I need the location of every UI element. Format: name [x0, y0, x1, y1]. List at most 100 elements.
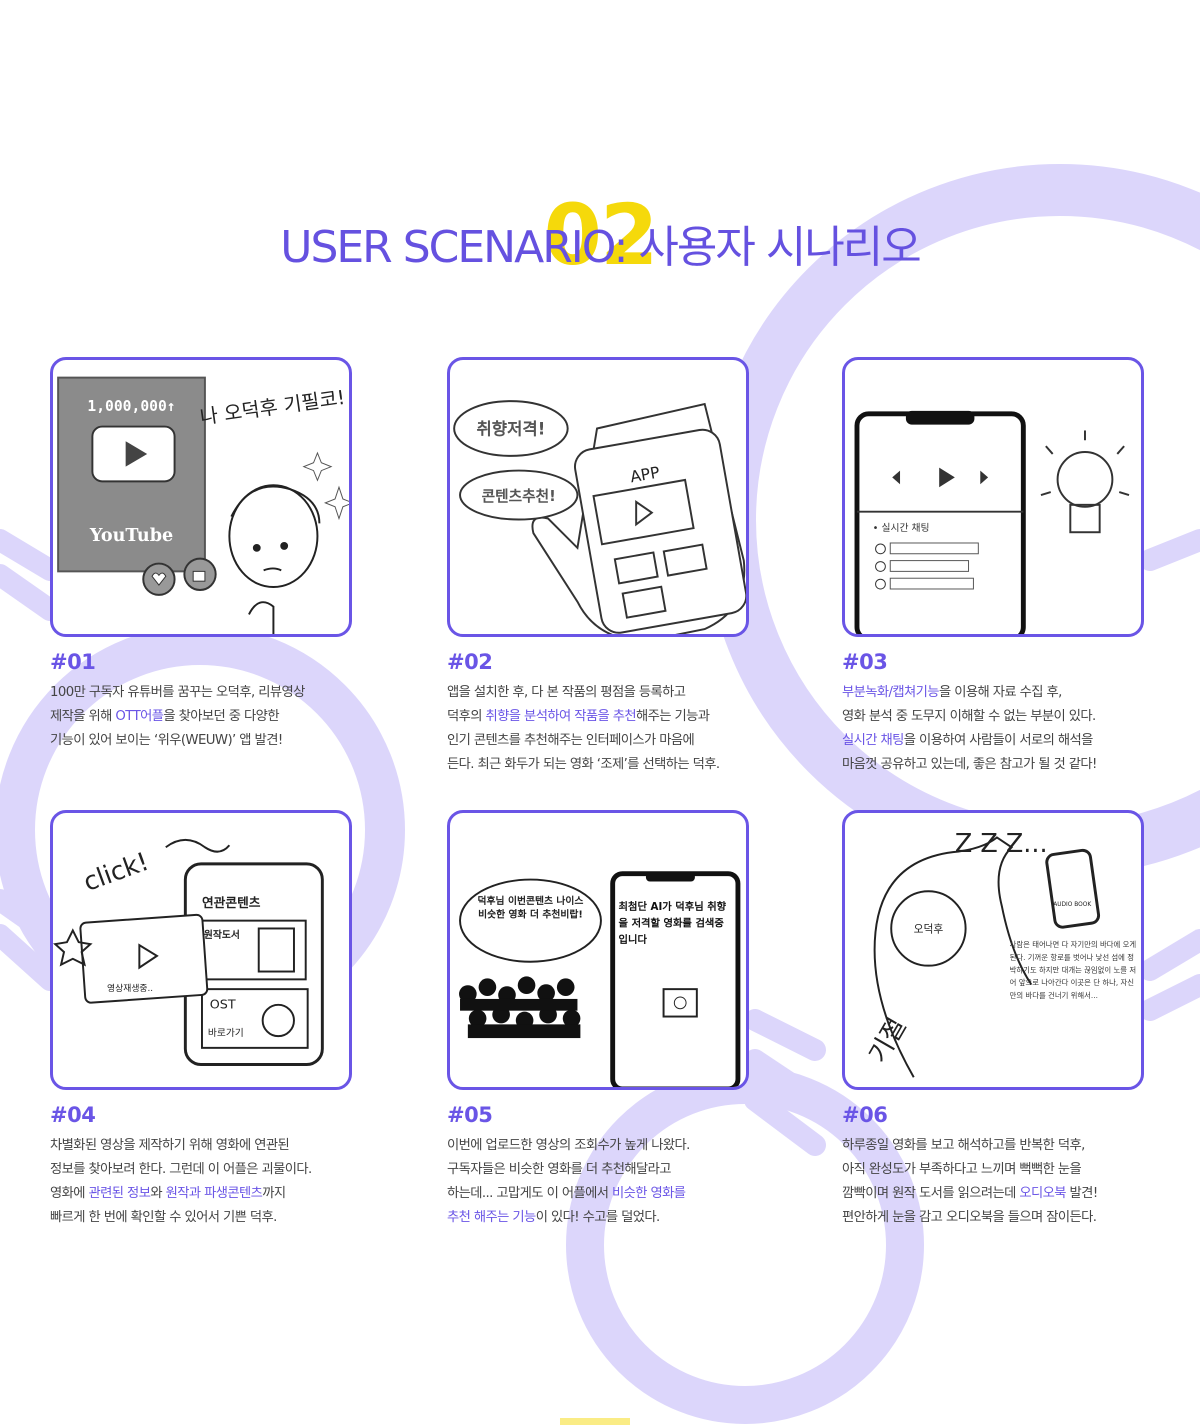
description-text: 앱을 설치한 후, 다 본 작품의 평점을 등록하고 [447, 685, 686, 700]
ai-recommend-sketch: 덕후님 이번콘텐츠 나이스 비슷한 영화 더 추천비랍! 최첨단 AI가 덕후님… [459, 871, 741, 1087]
description-line: 든다. 최근 화두가 되는 영화 ‘조제’를 선택하는 덕후. [447, 753, 787, 777]
scenario-06-description: 하루종일 영화를 보고 해석하고를 반복한 덕후, 아직 완성도가 부족하다고 느… [842, 1134, 1182, 1230]
highlighted-text: 관련된 정보 [88, 1186, 151, 1201]
scenario-04-number: #04 [50, 1103, 96, 1127]
description-text: 덕후의 [447, 709, 486, 724]
highlighted-text: OTT어플 [115, 709, 164, 724]
subscriber-count: 1,000,000↑ [87, 398, 175, 415]
scenario-01-description: 100만 구독자 유튜버를 꿈꾸는 오덕후, 리뷰영상제작을 위해 OTT어플을… [50, 681, 390, 753]
description-line: 정보를 찾아보려 한다. 그런데 이 어플은 괴물이다. [50, 1158, 390, 1182]
description-text: 을 이용해 자료 수집 후, [938, 685, 1062, 700]
scenario-06-illustration: Z Z Z... 오덕후 기절 AUDIO BOOK 사람은 태어나면 다 자기… [842, 810, 1144, 1090]
description-text: 편안하게 눈을 감고 오디오북을 들으며 잠이든다. [842, 1210, 1097, 1225]
audiobook-note: 사람은 태어나면 다 자기만의 바다에 오게 된다. 기꺼운 항로를 벗어나 낯… [1009, 940, 1137, 1000]
description-line: 하루종일 영화를 보고 해석하고를 반복한 덕후, [842, 1134, 1182, 1158]
audiobook-sleep-sketch: Z Z Z... 오덕후 기절 AUDIO BOOK 사람은 태어나면 다 자기… [862, 828, 1137, 1078]
lightbulb-icon [1056, 451, 1114, 508]
bubble-recommend: 콘텐츠추천! [482, 487, 556, 505]
description-text: 하루종일 영화를 보고 해석하고를 반복한 덕후, [842, 1138, 1085, 1153]
scenario-01-illustration: 1,000,000↑ YouTube 나 오덕후 기필코! [50, 357, 352, 637]
scenario-03-number: #03 [842, 650, 888, 674]
audiobook-label: AUDIO BOOK [1053, 902, 1091, 908]
youtube-sketch: 1,000,000↑ YouTube 나 오덕후 기필코! [57, 376, 349, 634]
description-text: 인기 콘텐츠를 추천해주는 인터페이스가 마음에 [447, 733, 695, 748]
realtime-chat-sketch: • 실시간 채팅 [854, 410, 1130, 634]
scenario-05-number: #05 [447, 1103, 493, 1127]
description-text: 빠르게 한 번에 확인할 수 있어서 기쁜 덕후. [50, 1210, 277, 1225]
description-text: 든다. 최근 화두가 되는 영화 ‘조제’를 선택하는 덕후. [447, 757, 720, 772]
description-text: 까지 [262, 1186, 286, 1201]
description-text: 이번에 업로드한 영상의 조회수가 높게 나왔다. [447, 1138, 690, 1153]
bubble-text: 덕후님 이번콘텐츠 나이스 비슷한 영화 더 추천비랍! [477, 896, 584, 921]
highlighted-text: 추천 해주는 기능 [447, 1210, 536, 1225]
description-line: 영화 분석 중 도무지 이해할 수 없는 부분이 있다. [842, 705, 1182, 729]
description-text: 마음껏 공유하고 있는데, 좋은 참고가 될 것 같다! [842, 757, 1097, 772]
ost-label: OST [210, 997, 236, 1012]
chat-label: • 실시간 채팅 [873, 522, 930, 534]
description-text: 정보를 찾아보려 한다. 그런데 이 어플은 괴물이다. [50, 1162, 312, 1177]
description-line: 아직 완성도가 부족하다고 느끼며 뻑뻑한 눈을 [842, 1158, 1182, 1182]
scenario-03-description: 부분녹화/캡쳐기능을 이용해 자료 수집 후, 영화 분석 중 도무지 이해할 수… [842, 681, 1182, 777]
description-text: 깜빡이며 원작 도서를 읽으려는데 [842, 1186, 1020, 1201]
scenario-03-illustration: • 실시간 채팅 [842, 357, 1144, 637]
scenario-06-number: #06 [842, 1103, 888, 1127]
scenario-05-illustration: 덕후님 이번콘텐츠 나이스 비슷한 영화 더 추천비랍! 최첨단 AI가 덕후님… [447, 810, 749, 1090]
description-text: 제작을 위해 [50, 709, 116, 724]
scenario-02-description: 앱을 설치한 후, 다 본 작품의 평점을 등록하고덕후의 취향을 분석하여 작… [447, 681, 787, 777]
page-title: USER SCENARIO: 사용자 시나리오 [280, 222, 922, 273]
youtube-label: YouTube [89, 525, 173, 546]
description-line: 부분녹화/캡쳐기능을 이용해 자료 수집 후, [842, 681, 1182, 705]
scenario-02-number: #02 [447, 650, 493, 674]
character-label: 오덕후 [914, 922, 944, 935]
scenario-04-description: 차별화된 영상을 제작하기 위해 영화에 연관된정보를 찾아보려 한다. 그런데… [50, 1134, 390, 1230]
description-line: 편안하게 눈을 감고 오디오북을 들으며 잠이든다. [842, 1206, 1182, 1230]
description-text: 100만 구독자 유튜버를 꿈꾸는 오덕후, 리뷰영상 [50, 685, 305, 700]
audience-crowd [459, 976, 581, 1039]
description-text: 발견! [1065, 1186, 1099, 1201]
description-line: 추천 해주는 기능이 있다! 수고를 덜었다. [447, 1206, 787, 1230]
handwriting: 나 오덕후 기필코! [198, 386, 346, 429]
zzz-text: Z Z Z... [955, 828, 1048, 858]
description-text: 해주는 기능과 [636, 709, 710, 724]
description-text: 을 이용하여 사람들이 서로의 해석을 [903, 733, 1094, 748]
scenario-04-illustration: click! 연관콘텐츠 원작도서 OST 바로가기 영상재생중.. [50, 810, 352, 1090]
description-text: 이 있다! 수고를 덜었다. [535, 1210, 661, 1225]
description-line: 100만 구독자 유튜버를 꿈꾸는 오덕후, 리뷰영상 [50, 681, 390, 705]
description-line: 차별화된 영상을 제작하기 위해 영화에 연관된 [50, 1134, 390, 1158]
ai-message: 최첨단 AI가 덕후님 취향을 저격할 영화를 검색중입니다 [618, 901, 727, 947]
disc-icon [261, 1003, 295, 1038]
highlighted-text: 비슷한 영화를 [611, 1186, 686, 1201]
scenario-05-description: 이번에 업로드한 영상의 조회수가 높게 나왔다. 구독자들은 비슷한 영화를 더… [447, 1134, 787, 1230]
description-line: 마음껏 공유하고 있는데, 좋은 참고가 될 것 같다! [842, 753, 1182, 777]
description-text: 영화 분석 중 도무지 이해할 수 없는 부분이 있다. [842, 709, 1096, 724]
highlighted-text: 부분녹화/캡쳐기능 [842, 685, 940, 700]
description-line: 하는데... 고맙게도 이 어플에서 비슷한 영화를 [447, 1182, 787, 1206]
description-text: 영화에 [50, 1186, 89, 1201]
description-line: 영화에 관련된 정보와 원작과 파생콘텐츠까지 [50, 1182, 390, 1206]
audiobook-device-icon [1045, 848, 1101, 929]
description-line: 덕후의 취향을 분석하여 작품을 추천해주는 기능과 [447, 705, 787, 729]
description-line: 이번에 업로드한 영상의 조회수가 높게 나왔다. [447, 1134, 787, 1158]
related-title: 연관콘텐츠 [202, 895, 261, 910]
description-text: 구독자들은 비슷한 영화를 더 추천해달라고 [447, 1162, 672, 1177]
description-line: 앱을 설치한 후, 다 본 작품의 평점을 등록하고 [447, 681, 787, 705]
book-label: 원작도서 [204, 928, 240, 941]
description-line: 실시간 채팅을 이용하여 사람들이 서로의 해석을 [842, 729, 1182, 753]
description-text: 하는데... 고맙게도 이 어플에서 [447, 1186, 612, 1201]
description-line: 인기 콘텐츠를 추천해주는 인터페이스가 마음에 [447, 729, 787, 753]
description-text: 을 찾아보던 중 다양한 [163, 709, 279, 724]
description-line: 깜빡이며 원작 도서를 읽으려는데 오디오북 발견! [842, 1182, 1182, 1206]
app-recommend-sketch: APP 취향저격! 콘텐츠추천! [453, 400, 746, 634]
highlighted-text: 실시간 채팅 [842, 733, 904, 748]
description-line: 제작을 위해 OTT어플을 찾아보던 중 다양한 [50, 705, 390, 729]
scenario-02-illustration: APP 취향저격! 콘텐츠추천! [447, 357, 749, 637]
related-content-sketch: click! 연관콘텐츠 원작도서 OST 바로가기 영상재생중.. [53, 838, 324, 1066]
description-text: 와 [150, 1186, 166, 1201]
description-line: 구독자들은 비슷한 영화를 더 추천해달라고 [447, 1158, 787, 1182]
sparkle-icon [302, 451, 333, 482]
tv-icon [662, 988, 698, 1018]
description-text: 기능이 있어 보이는 ‘위우(WEUW)’ 앱 발견! [50, 733, 283, 748]
description-line: 기능이 있어 보이는 ‘위우(WEUW)’ 앱 발견! [50, 729, 390, 753]
section-title: 02 USER SCENARIO: 사용자 시나리오 [0, 190, 1200, 300]
playing-label: 영상재생중.. [107, 983, 153, 994]
